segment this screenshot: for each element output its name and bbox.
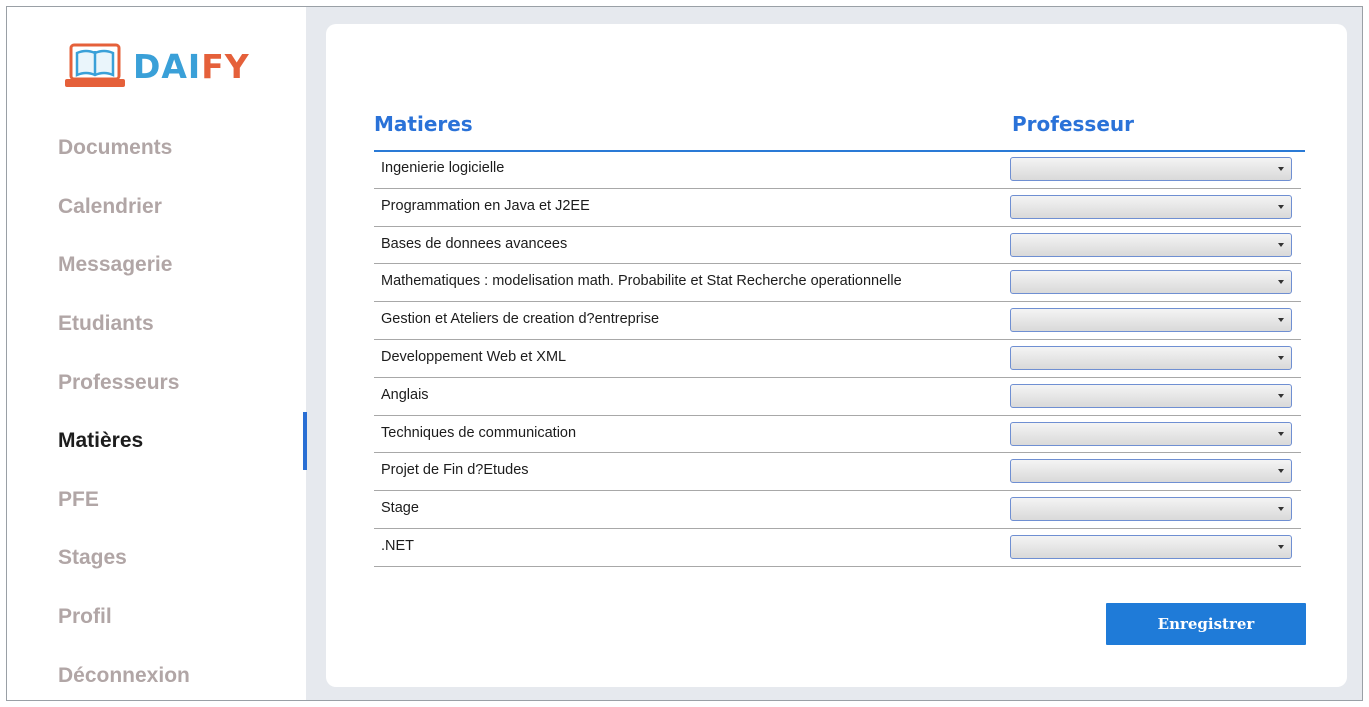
- professor-select[interactable]: [1010, 383, 1292, 408]
- subject-label: Mathematiques : modelisation math. Proba…: [381, 273, 902, 290]
- dropdown-arrow-icon: [1278, 280, 1284, 285]
- subject-label: .NET: [381, 537, 415, 554]
- logo-text: DAIFY: [133, 46, 250, 86]
- subject-label: Gestion et Ateliers de creation d?entrep…: [381, 311, 660, 328]
- column-header-matieres: Matieres: [374, 112, 473, 136]
- sidebar-item-pfe[interactable]: PFE: [7, 471, 306, 530]
- column-header-professeur: Professeur: [1012, 112, 1135, 136]
- subjects-table: Ingenierie logicielle Programmation en J…: [374, 151, 1301, 567]
- professor-select[interactable]: [1010, 308, 1292, 333]
- dropdown-arrow-icon: [1278, 242, 1284, 247]
- sidebar-item-etudiants[interactable]: Etudiants: [7, 295, 306, 354]
- professor-select[interactable]: [1010, 421, 1292, 446]
- table-header: Matieres Professeur: [374, 108, 1305, 152]
- sidebar-item-messagerie[interactable]: Messagerie: [7, 236, 306, 295]
- dropdown-arrow-icon: [1278, 544, 1284, 549]
- dropdown-arrow-icon: [1278, 355, 1284, 360]
- logo[interactable]: DAIFY: [63, 35, 250, 95]
- table-row: Programmation en Java et J2EE: [374, 189, 1301, 227]
- professor-select[interactable]: [1010, 194, 1292, 219]
- table-row: Techniques de communication: [374, 416, 1301, 454]
- subject-label: Techniques de communication: [381, 424, 577, 441]
- table-row: .NET: [374, 529, 1301, 567]
- table-row: Mathematiques : modelisation math. Proba…: [374, 264, 1301, 303]
- sidebar-item-matieres[interactable]: Matières: [7, 411, 307, 471]
- dropdown-arrow-icon: [1278, 507, 1284, 512]
- table-row: Ingenierie logicielle: [374, 151, 1301, 189]
- professor-select[interactable]: [1010, 534, 1292, 559]
- dropdown-arrow-icon: [1278, 318, 1284, 323]
- professor-select[interactable]: [1010, 157, 1292, 181]
- professor-select[interactable]: [1010, 345, 1292, 370]
- subject-label: Ingenierie logicielle: [381, 160, 505, 176]
- professor-select[interactable]: [1010, 497, 1292, 522]
- subject-label: Anglais: [381, 386, 429, 403]
- professor-select[interactable]: [1010, 232, 1292, 257]
- save-button[interactable]: Enregistrer: [1106, 603, 1306, 645]
- app-window: DAIFY Documents Calendrier Messagerie Et…: [6, 6, 1363, 701]
- sidebar-nav: Documents Calendrier Messagerie Etudiant…: [7, 119, 307, 705]
- table-row: Stage: [374, 491, 1301, 529]
- dropdown-arrow-icon: [1278, 204, 1284, 209]
- table-row: Developpement Web et XML: [374, 340, 1301, 378]
- sidebar-item-profil[interactable]: Profil: [7, 588, 306, 647]
- professor-select[interactable]: [1010, 459, 1292, 484]
- sidebar-item-deconnexion[interactable]: Déconnexion: [7, 646, 306, 705]
- dropdown-arrow-icon: [1278, 469, 1284, 474]
- professor-select[interactable]: [1010, 270, 1292, 295]
- subject-label: Developpement Web et XML: [381, 348, 567, 365]
- table-row: Gestion et Ateliers de creation d?entrep…: [374, 302, 1301, 340]
- laptop-book-icon: [63, 37, 129, 93]
- dropdown-arrow-icon: [1278, 393, 1284, 398]
- subject-label: Stage: [381, 500, 419, 517]
- sidebar-item-professeurs[interactable]: Professeurs: [7, 353, 306, 412]
- dropdown-arrow-icon: [1278, 431, 1284, 436]
- dropdown-arrow-icon: [1278, 167, 1284, 171]
- main-card: Matieres Professeur Ingenierie logiciell…: [326, 24, 1347, 687]
- subject-label: Bases de donnees avancees: [381, 235, 568, 252]
- sidebar: DAIFY Documents Calendrier Messagerie Et…: [7, 7, 307, 700]
- sidebar-item-documents[interactable]: Documents: [7, 119, 306, 178]
- sidebar-item-calendrier[interactable]: Calendrier: [7, 178, 306, 237]
- table-row: Projet de Fin d?Etudes: [374, 453, 1301, 492]
- subject-label: Projet de Fin d?Etudes: [381, 462, 529, 479]
- subject-label: Programmation en Java et J2EE: [381, 197, 590, 214]
- sidebar-item-stages[interactable]: Stages: [7, 529, 306, 588]
- table-row: Anglais: [374, 378, 1301, 416]
- table-row: Bases de donnees avancees: [374, 227, 1301, 265]
